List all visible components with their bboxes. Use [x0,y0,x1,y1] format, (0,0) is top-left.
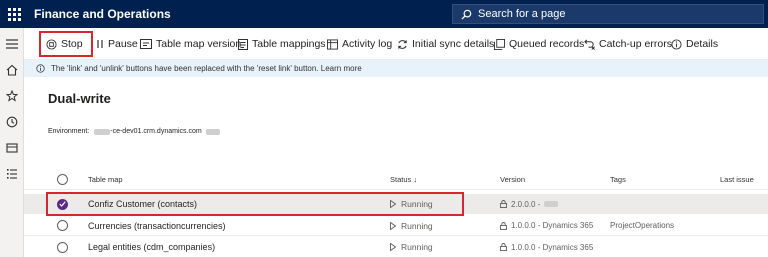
version-cell: 2.0.0.0 - [500,199,559,209]
table-mappings-button[interactable]: Table mappings [238,28,326,60]
lock-icon [500,243,507,251]
recent-clock-icon[interactable] [4,114,20,130]
column-header-table-map[interactable]: Table map [88,175,123,184]
action-toolbar: Stop Pause Table map version Table mappi… [24,28,768,60]
queued-records-icon [494,38,505,50]
details-button[interactable]: Details [671,28,718,60]
environment-line: Environment: -ce-dev01.crm.dynamics.com [48,128,220,135]
search-box[interactable]: Search for a page [452,4,764,24]
version-cell: 1.0.0.0 - Dynamics 365 [500,221,593,230]
table-mappings-icon [238,38,248,50]
info-icon [36,64,45,73]
environment-value: -ce-dev01.crm.dynamics.com [110,128,202,135]
app-title: Finance and Operations [34,7,171,21]
lock-icon [500,221,507,230]
catchup-errors-button[interactable]: Catch-up errors [584,28,672,60]
search-icon [461,9,472,20]
table-map-version-button[interactable]: Table map version [140,28,241,60]
version-text: 1.0.0.0 - Dynamics 365 [511,242,594,252]
column-header-last-issue[interactable]: Last issue [720,175,754,184]
queued-records-button[interactable]: Queued records [494,28,584,60]
catchup-errors-label: Catch-up errors [599,38,672,50]
column-header-version[interactable]: Version [500,175,525,184]
table-map-name[interactable]: Currencies (transactioncurrencies) [88,221,226,231]
pause-icon [97,40,103,48]
version-text: 1.0.0.0 - Dynamics 365 [511,221,594,230]
redacted-text [544,201,559,207]
lock-icon [500,200,507,208]
column-header-status[interactable]: Status ↓ [390,175,417,184]
redacted-text [205,128,220,135]
play-icon [390,221,396,230]
status-text: Running [401,242,433,252]
activity-log-label: Activity log [342,38,393,50]
initial-sync-details-button[interactable]: Initial sync details [397,28,494,60]
activity-log-icon [327,38,338,50]
favorites-star-icon[interactable] [4,88,20,104]
home-icon[interactable] [4,62,20,78]
version-text: 2.0.0.0 - [511,199,541,209]
table-row[interactable]: Currencies (transactioncurrencies) Runni… [24,216,768,236]
details-label: Details [686,38,719,50]
redacted-text [94,128,111,135]
search-placeholder: Search for a page [478,8,566,20]
row-highlight-box [46,192,464,216]
tags-cell: ProjectOperations [610,221,675,230]
table-mappings-label: Table mappings [252,38,326,50]
version-cell: 1.0.0.0 - Dynamics 365 [500,243,593,252]
column-header-tags[interactable]: Tags [610,175,626,184]
page-title: Dual-write [48,91,111,106]
modules-list-icon[interactable] [4,166,20,182]
table-header-row: Table map Status ↓ Version Tags Last iss… [24,170,768,190]
stop-highlight-box [39,31,93,57]
info-icon [671,38,682,50]
app-launcher-icon[interactable] [0,0,28,28]
status-cell: Running [390,221,433,231]
status-cell: Running [390,242,433,252]
table-row[interactable]: Legal entities (cdm_companies) Running 1… [24,237,768,257]
table-map-name[interactable]: Legal entities (cdm_companies) [88,242,215,252]
pause-button[interactable]: Pause [96,28,138,60]
sync-icon [398,39,407,49]
row-radio[interactable] [57,241,68,253]
table-map-version-icon [140,39,152,49]
catchup-errors-icon [584,39,595,50]
activity-log-button[interactable]: Activity log [327,28,392,60]
left-nav [0,28,24,257]
workspaces-icon[interactable] [4,140,20,156]
status-text: Running [401,220,433,231]
initial-sync-details-label: Initial sync details [412,38,495,50]
row-radio[interactable] [57,220,68,231]
table-map-version-label: Table map version [156,38,242,50]
hamburger-icon[interactable] [4,36,20,52]
environment-label: Environment: [48,128,90,135]
play-icon [390,243,396,251]
info-message-text: The 'link' and 'unlink' buttons have bee… [51,64,362,73]
select-all-radio[interactable] [57,174,68,185]
queued-records-label: Queued records [509,38,585,50]
info-message-bar: The 'link' and 'unlink' buttons have bee… [24,60,768,77]
pause-label: Pause [108,38,138,50]
